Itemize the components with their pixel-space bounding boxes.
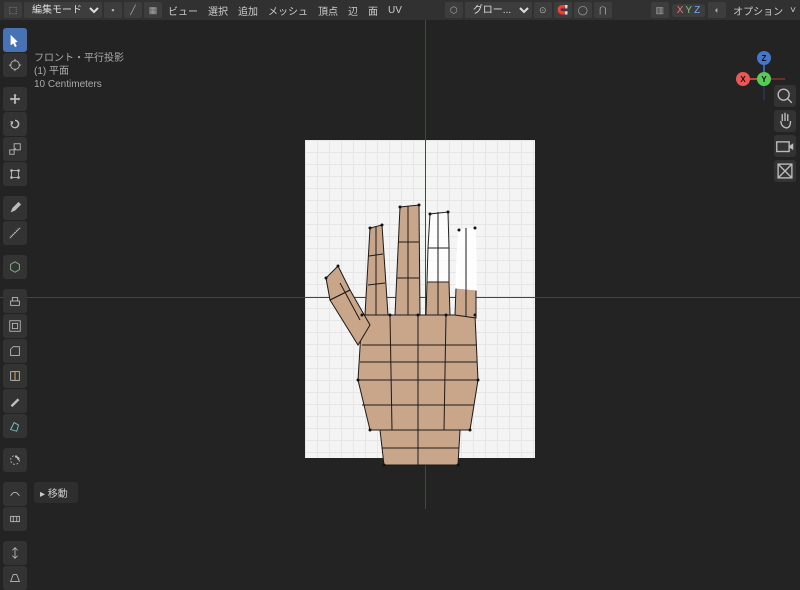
select-mode-edge-icon[interactable]: ╱ (124, 2, 142, 18)
zoom-icon[interactable] (774, 85, 796, 107)
tool-annotate[interactable] (3, 196, 27, 220)
tool-smooth[interactable] (3, 482, 27, 506)
camera-view-icon[interactable] (774, 135, 796, 157)
snap-icon[interactable]: 🧲 (554, 2, 572, 18)
select-mode-face-icon[interactable]: ▦ (144, 2, 162, 18)
mode-dropdown[interactable]: 編集モード (24, 2, 102, 18)
editor-type-icon[interactable]: ⬚ (4, 2, 22, 18)
select-mode-vertex-icon[interactable]: ▪ (104, 2, 122, 18)
tool-measure[interactable] (3, 221, 27, 245)
menu-uv[interactable]: UV (384, 5, 406, 16)
overlays-icon[interactable]: ◐ (708, 2, 726, 18)
tool-select-box[interactable] (3, 28, 27, 52)
menu-face[interactable]: 面 (364, 3, 382, 18)
tool-move[interactable] (3, 87, 27, 111)
tool-knife[interactable] (3, 389, 27, 413)
object-name-label: (1) 平面 (34, 65, 124, 78)
mesh-edit-icon[interactable]: ▥ (651, 2, 669, 18)
header-bar: ⬚ 編集モード ▪ ╱ ▦ ビュー 選択 追加 メッシュ 頂点 辺 面 UV ⬡… (0, 0, 800, 20)
axis-y-label: Y (685, 5, 692, 16)
view-name-label: フロント・平行投影 (34, 52, 124, 65)
tool-shear[interactable] (3, 566, 27, 590)
orientation-icon[interactable]: ⬡ (445, 2, 463, 18)
viewport-info: フロント・平行投影 (1) 平面 10 Centimeters (34, 52, 124, 91)
menu-edge[interactable]: 辺 (344, 3, 362, 18)
chevron-down-icon: ˅ (790, 5, 796, 16)
hand-mesh[interactable] (320, 170, 520, 480)
tool-shrink-fatten[interactable] (3, 541, 27, 565)
tool-extrude-region[interactable] (3, 289, 27, 313)
tool-bevel[interactable] (3, 339, 27, 363)
menu-add[interactable]: 追加 (234, 3, 262, 18)
viewport-3d[interactable]: フロント・平行投影 (1) 平面 10 Centimeters X Y Z (0, 20, 800, 509)
menu-view[interactable]: ビュー (164, 3, 202, 18)
axis-x-label: X (677, 5, 684, 16)
scale-label: 10 Centimeters (34, 78, 124, 91)
menu-select[interactable]: 選択 (204, 3, 232, 18)
gizmo-axis-y[interactable]: Y (757, 72, 771, 86)
pan-icon[interactable] (774, 110, 796, 132)
perspective-toggle-icon[interactable] (774, 160, 796, 182)
redo-panel-label: ▸ 移動 (40, 489, 68, 500)
tool-transform[interactable] (3, 162, 27, 186)
right-toolbar (774, 85, 796, 182)
tool-scale[interactable] (3, 137, 27, 161)
axis-z-label: Z (694, 5, 700, 16)
menu-vertex[interactable]: 頂点 (314, 3, 342, 18)
pivot-icon[interactable]: ⊙ (534, 2, 552, 18)
gizmo-axis-z[interactable]: Z (757, 51, 771, 65)
menu-mesh[interactable]: メッシュ (264, 3, 312, 18)
proportional-type-icon[interactable]: ⋂ (594, 2, 612, 18)
proportional-icon[interactable]: ◯ (574, 2, 592, 18)
axis-xyz-toggle[interactable]: X Y Z (672, 4, 705, 17)
redo-panel[interactable]: ▸ 移動 (34, 482, 78, 503)
tool-spin[interactable] (3, 448, 27, 472)
tool-cursor[interactable] (3, 53, 27, 77)
gizmo-axis-x[interactable]: X (736, 72, 750, 86)
left-toolbar (3, 28, 27, 590)
tool-edge-slide[interactable] (3, 507, 27, 531)
tool-loop-cut[interactable] (3, 364, 27, 388)
tool-rotate[interactable] (3, 112, 27, 136)
tool-inset-faces[interactable] (3, 314, 27, 338)
options-dropdown[interactable]: オプション (729, 3, 787, 18)
orientation-dropdown[interactable]: グロー... (465, 2, 532, 18)
tool-add-cube[interactable] (3, 255, 27, 279)
tool-poly-build[interactable] (3, 414, 27, 438)
